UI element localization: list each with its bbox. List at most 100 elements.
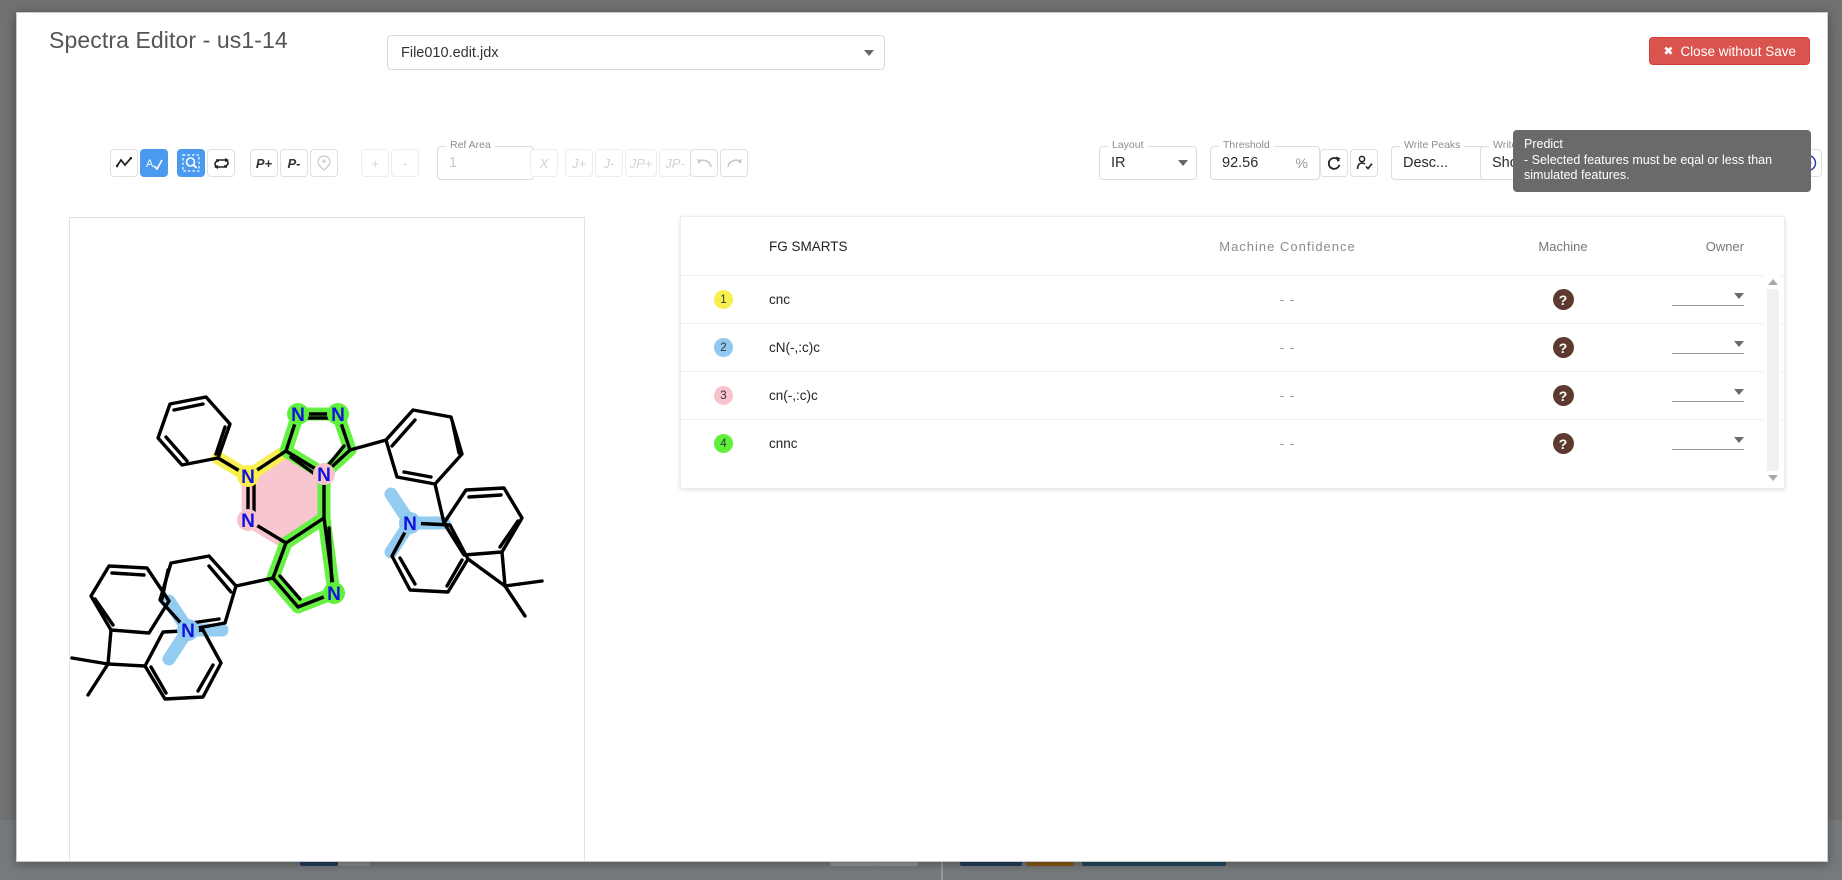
- row-index-badge: 2: [714, 338, 733, 357]
- tooltip-message: - Selected features must be eqal or less…: [1524, 153, 1801, 183]
- layout-value: IR: [1111, 155, 1126, 171]
- machine-cell: ?: [1469, 385, 1657, 406]
- file-select[interactable]: File010.edit.jdx: [387, 35, 885, 70]
- row-index-badge: 1: [714, 290, 733, 309]
- file-select-value: File010.edit.jdx: [401, 45, 499, 61]
- scrollbar-track[interactable]: [1767, 289, 1779, 471]
- predict-tooltip: Predict - Selected features must be eqal…: [1513, 130, 1811, 192]
- owner-select[interactable]: [1672, 437, 1744, 450]
- ref-clear-button[interactable]: X: [530, 149, 558, 177]
- svg-text:N: N: [331, 405, 345, 426]
- row-index-cell: 2: [681, 338, 743, 357]
- zigzag-line-icon[interactable]: [110, 149, 138, 177]
- machine-confidence-cell: - -: [1106, 292, 1469, 307]
- question-mark-icon[interactable]: ?: [1553, 289, 1574, 310]
- chevron-down-icon: [1734, 341, 1744, 347]
- machine-cell: ?: [1469, 337, 1657, 358]
- layout-select[interactable]: Layout IR: [1099, 146, 1197, 180]
- spectra-editor-modal: Spectra Editor - us1-14 File010.edit.jdx…: [16, 12, 1828, 862]
- threshold-unit: %: [1296, 155, 1311, 171]
- scroll-down-arrow-icon[interactable]: [1768, 475, 1778, 481]
- svg-text:A: A: [146, 158, 154, 170]
- table-header-row: FG SMARTS Machine Confidence Machine Own…: [681, 217, 1784, 275]
- j-plus-button[interactable]: J+: [565, 149, 593, 177]
- column-header-machine: Machine: [1469, 239, 1657, 254]
- fg-smarts-cell: cN(-,:c)c: [743, 340, 1106, 355]
- row-index-cell: 4: [681, 434, 743, 453]
- row-index-badge: 3: [714, 386, 733, 405]
- column-header-machine-confidence: Machine Confidence: [1106, 239, 1469, 254]
- column-header-owner: Owner: [1657, 239, 1784, 254]
- ref-area-field[interactable]: Ref Area 1: [437, 146, 534, 180]
- jp-plus-button[interactable]: JP+: [625, 149, 657, 177]
- ref-area-label: Ref Area: [446, 139, 495, 151]
- svg-text:N: N: [241, 511, 255, 532]
- chevron-down-icon: [1178, 160, 1188, 166]
- jp-minus-button[interactable]: JP-: [659, 149, 691, 177]
- refresh-icon[interactable]: [1320, 149, 1348, 177]
- scroll-up-arrow-icon[interactable]: [1768, 279, 1778, 285]
- layout-label: Layout: [1108, 139, 1148, 151]
- svg-text:N: N: [327, 584, 341, 605]
- table-row[interactable]: 4 cnnc - - ?: [681, 419, 1784, 467]
- auto-assign-icon[interactable]: A: [140, 149, 168, 177]
- owner-select[interactable]: [1672, 341, 1744, 354]
- modal-header: Spectra Editor - us1-14 File010.edit.jdx…: [17, 13, 1827, 73]
- svg-text:N: N: [403, 514, 417, 535]
- threshold-label: Threshold: [1219, 139, 1274, 151]
- pin-add-icon[interactable]: [310, 149, 338, 177]
- zoom-select-icon[interactable]: [177, 149, 205, 177]
- machine-confidence-cell: - -: [1106, 388, 1469, 403]
- threshold-value: 92.56: [1222, 155, 1258, 171]
- chevron-down-icon: [1734, 293, 1744, 299]
- question-mark-icon[interactable]: ?: [1553, 385, 1574, 406]
- ref-minus-button[interactable]: -: [391, 149, 419, 177]
- svg-text:N: N: [241, 467, 255, 488]
- question-mark-icon[interactable]: ?: [1553, 433, 1574, 454]
- peak-add-button[interactable]: P+: [250, 149, 278, 177]
- table-row[interactable]: 1 cnc - - ?: [681, 275, 1784, 323]
- threshold-input[interactable]: Threshold 92.56 %: [1210, 146, 1320, 180]
- write-peaks-label: Write Peaks: [1400, 139, 1464, 151]
- machine-cell: ?: [1469, 289, 1657, 310]
- reset-zoom-icon[interactable]: [207, 149, 235, 177]
- ref-plus-button[interactable]: +: [361, 149, 389, 177]
- svg-text:N: N: [317, 465, 331, 486]
- table-row[interactable]: 3 cn(-,:c)c - - ?: [681, 371, 1784, 419]
- close-button-label: Close without Save: [1680, 44, 1796, 59]
- fg-smarts-cell: cnc: [743, 292, 1106, 307]
- close-icon: ✖: [1663, 44, 1673, 58]
- features-table: FG SMARTS Machine Confidence Machine Own…: [680, 216, 1785, 489]
- ref-area-value: 1: [449, 155, 457, 171]
- machine-confidence-cell: - -: [1106, 340, 1469, 355]
- close-without-save-button[interactable]: ✖ Close without Save: [1649, 37, 1810, 65]
- svg-text:N: N: [181, 621, 195, 642]
- editor-toolbar: A P+ P- + - Ref Area 1: [17, 73, 1827, 121]
- owner-select[interactable]: [1672, 293, 1744, 306]
- highlighted-molecule-structure: N N N N N N: [70, 218, 584, 862]
- page-title: Spectra Editor - us1-14: [49, 27, 288, 54]
- svg-text:N: N: [291, 405, 305, 426]
- column-header-fg-smarts: FG SMARTS: [743, 239, 1106, 254]
- row-index-cell: 1: [681, 290, 743, 309]
- chevron-down-icon: [864, 50, 874, 56]
- chevron-down-icon: [1734, 389, 1744, 395]
- machine-cell: ?: [1469, 433, 1657, 454]
- tooltip-title: Predict: [1524, 137, 1801, 152]
- row-index-badge: 4: [714, 434, 733, 453]
- molecule-panel: N N N N N N: [69, 217, 585, 862]
- peak-remove-button[interactable]: P-: [280, 149, 308, 177]
- table-row[interactable]: 2 cN(-,:c)c - - ?: [681, 323, 1784, 371]
- write-peaks-value: Desc...: [1403, 155, 1448, 171]
- question-mark-icon[interactable]: ?: [1553, 337, 1574, 358]
- j-minus-button[interactable]: J-: [595, 149, 623, 177]
- user-check-icon[interactable]: [1350, 149, 1378, 177]
- chevron-down-icon: [1734, 437, 1744, 443]
- machine-confidence-cell: - -: [1106, 436, 1469, 451]
- redo-icon[interactable]: [720, 149, 748, 177]
- undo-icon[interactable]: [690, 149, 718, 177]
- table-scrollbar[interactable]: [1764, 275, 1781, 485]
- row-index-cell: 3: [681, 386, 743, 405]
- fg-smarts-cell: cnnc: [743, 436, 1106, 451]
- owner-select[interactable]: [1672, 389, 1744, 402]
